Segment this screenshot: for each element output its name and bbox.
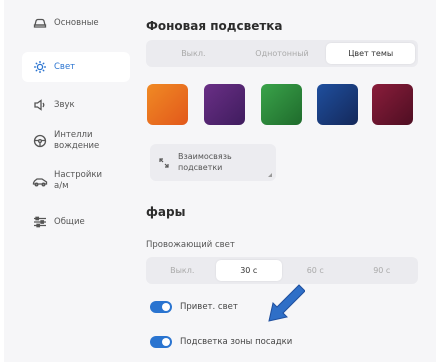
sync-label: Взаимосвязь [178,152,232,162]
sidebar-item-general[interactable]: Основные [22,14,130,32]
ambient-mode-solid[interactable]: Однотонный [238,43,327,64]
sliders-icon [32,214,48,230]
follow-me-home-label: Провожающий свет [146,240,235,250]
boarding-light-label: Подсветка зоны посадки [180,337,293,347]
sun-icon [32,59,48,75]
sidebar-item-label: Общие [54,216,85,227]
color-swatch-green[interactable] [261,84,302,125]
car-side-icon [32,173,48,189]
speaker-icon [32,97,48,113]
boarding-light-row: Подсветка зоны посадки [150,336,292,348]
follow-me-home-duration-selector: Выкл. 30 с 60 с 90 с [146,257,418,284]
sidebar-item-label: вождение [54,141,100,151]
sidebar-item-sound[interactable]: Звук [22,96,130,114]
sidebar-item-label: Свет [54,61,76,72]
sidebar-item-vehicle-settings[interactable]: Настройки а/м [22,168,130,194]
settings-panel: Основные Свет Звук Интелли вождение Наст… [4,0,436,362]
pointer-arrow-icon [259,281,306,329]
sidebar-item-label: Интелли [54,130,93,141]
color-swatch-orange[interactable] [147,84,188,125]
ambient-lighting-title: Фоновая подсветка [146,19,283,33]
steering-wheel-icon [32,133,48,149]
sidebar-item-label: Настройки [54,170,103,181]
welcome-light-row: Привет. свет [150,301,238,313]
welcome-light-label: Привет. свет [180,302,238,312]
sidebar-item-light[interactable]: Свет [22,52,130,82]
ambient-mode-selector: Выкл. Однотонный Цвет темы [146,40,418,67]
ambient-mode-off[interactable]: Выкл. [149,43,238,64]
sidebar-item-intelli-drive[interactable]: Интелли вождение [22,128,130,154]
headlights-title: фары [146,205,186,219]
color-swatch-blue[interactable] [317,84,358,125]
expand-corner-icon [268,173,272,177]
ambient-mode-theme[interactable]: Цвет темы [326,43,416,64]
sync-icon [158,157,170,169]
duration-option-30s[interactable]: 30 с [215,260,282,281]
boarding-light-toggle[interactable] [150,336,172,348]
sidebar-item-label: Звук [54,99,75,110]
sidebar-item-label: а/м [54,181,69,191]
lighting-sync-button[interactable]: Взаимосвязь подсветки [150,144,276,181]
color-swatch-purple[interactable] [204,84,245,125]
duration-option-off[interactable]: Выкл. [149,260,216,281]
car-icon [32,15,48,31]
welcome-light-toggle[interactable] [150,301,172,313]
sidebar-item-common[interactable]: Общие [22,213,130,231]
color-swatch-crimson[interactable] [372,84,413,125]
sidebar-item-label: Основные [54,17,99,28]
sync-label: подсветки [178,162,223,172]
duration-option-90s[interactable]: 90 с [349,260,416,281]
duration-option-60s[interactable]: 60 с [282,260,349,281]
